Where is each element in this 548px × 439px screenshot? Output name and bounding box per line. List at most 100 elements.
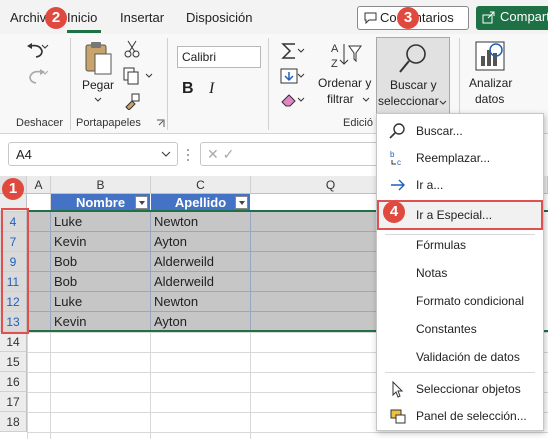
formula-input[interactable]: ✕ ✓ [200, 142, 380, 166]
cell-first-name[interactable]: Bob [51, 252, 151, 272]
cell[interactable] [27, 232, 51, 252]
menu-item-validacion-de-datos[interactable]: Validación de datos [377, 344, 543, 370]
row-header[interactable]: 14 [0, 332, 27, 352]
autosum-dropdown-icon[interactable] [296, 47, 306, 55]
magnifier-icon [389, 123, 405, 139]
menu-item-ir-a[interactable]: Ir a... [377, 172, 543, 198]
italic-button[interactable]: I [209, 80, 214, 98]
cell-last-name[interactable]: Alderweild [151, 272, 251, 292]
menu-item-formato-condicional[interactable]: Formato condicional [377, 288, 543, 314]
cancel-confirm-icons: ✕ ✓ [207, 146, 235, 162]
paste-dropdown-icon[interactable] [93, 96, 103, 104]
grid-line [150, 332, 151, 439]
tab-inicio[interactable]: Inicio [67, 10, 97, 25]
cell[interactable] [27, 272, 51, 292]
cell[interactable] [27, 292, 51, 312]
cell[interactable] [27, 212, 51, 232]
arrow-right-icon [391, 179, 405, 191]
bold-button[interactable]: B [182, 80, 194, 98]
find-select-button[interactable]: Buscar y seleccionar [376, 37, 450, 115]
svg-text:Z: Z [331, 58, 338, 70]
analyze-label-line1[interactable]: Analizar [469, 76, 512, 91]
step-badge-4: 4 [383, 201, 405, 223]
filter-dropdown-icon[interactable] [135, 196, 148, 209]
comment-icon [364, 12, 377, 24]
menu-item-seleccionar-objetos[interactable]: Seleccionar objetos [377, 376, 543, 402]
name-box-dropdown-icon[interactable] [161, 150, 171, 158]
cell-last-name[interactable]: Ayton [151, 232, 251, 252]
magnifier-icon [399, 44, 426, 73]
dialog-launcher-icon[interactable] [156, 119, 165, 128]
row-header[interactable]: 18 [0, 412, 27, 432]
ribbon-tab-bar: Archivo Inicio Insertar Disposición Come… [0, 0, 548, 34]
ribbon-separator [70, 38, 71, 130]
selection-pane-icon [390, 409, 406, 424]
menu-item-label: Buscar... [416, 124, 463, 138]
row-header[interactable]: 15 [0, 352, 27, 372]
find-select-menu: Buscar... bc Reemplazar... Ir a... Ir a … [376, 113, 544, 431]
copy-icon[interactable] [123, 67, 141, 85]
ribbon-separator [268, 38, 269, 130]
tab-insertar[interactable]: Insertar [120, 10, 164, 25]
step-badge-2: 2 [45, 7, 67, 29]
menu-item-formulas[interactable]: Fórmulas [377, 232, 543, 258]
paste-icon[interactable] [83, 40, 113, 76]
sort-filter-icon[interactable]: AZ [330, 40, 362, 74]
replace-icon: bc [390, 150, 401, 167]
find-select-dropdown-icon [439, 100, 447, 105]
svg-text:A: A [331, 43, 339, 55]
cell-last-name[interactable]: Newton [151, 292, 251, 312]
menu-item-panel-de-seleccion[interactable]: Panel de selección... [377, 403, 543, 429]
font-name-select[interactable]: Calibri [177, 46, 261, 68]
row-header[interactable]: 16 [0, 372, 27, 392]
clipboard-group-label: Portapapeles [76, 117, 141, 129]
menu-item-label: Seleccionar objetos [416, 382, 521, 396]
analyze-data-icon[interactable] [474, 40, 506, 72]
column-header-b[interactable]: B [51, 176, 151, 194]
column-header-a[interactable]: A [27, 176, 51, 194]
analyze-label-line2[interactable]: datos [475, 92, 504, 107]
share-button[interactable]: Compartir [476, 6, 548, 30]
cell-first-name[interactable]: Bob [51, 272, 151, 292]
menu-item-reemplazar[interactable]: bc Reemplazar... [377, 145, 543, 171]
grid-line [250, 332, 251, 439]
tab-disposicion[interactable]: Disposición [186, 10, 252, 25]
cell[interactable] [27, 312, 51, 332]
undo-dropdown-icon[interactable] [40, 42, 50, 52]
undo-group-label: Deshacer [16, 117, 64, 129]
redo-dropdown-icon[interactable] [40, 68, 50, 78]
find-select-label-line1: Buscar y [390, 78, 437, 92]
cell-first-name[interactable]: Kevin [51, 232, 151, 252]
cut-icon[interactable] [124, 40, 140, 58]
column-header-c[interactable]: C [151, 176, 251, 194]
sort-filter-label-line2[interactable]: filtrar [327, 92, 354, 107]
cell-first-name[interactable]: Luke [51, 212, 151, 232]
cell[interactable] [27, 252, 51, 272]
sort-filter-label-line1[interactable]: Ordenar y [318, 76, 371, 91]
paste-label[interactable]: Pegar [82, 78, 114, 93]
copy-dropdown-icon[interactable] [144, 72, 154, 80]
find-select-label-line2: seleccionar [378, 94, 439, 108]
format-painter-icon[interactable] [123, 92, 141, 110]
step-badge-1: 1 [2, 178, 24, 200]
menu-item-label: Fórmulas [416, 238, 467, 252]
cell-first-name[interactable]: Kevin [51, 312, 151, 332]
clear-dropdown-icon[interactable] [296, 96, 306, 104]
menu-item-label: Reemplazar... [416, 151, 491, 165]
menu-item-buscar[interactable]: Buscar... [377, 118, 543, 144]
row-header[interactable]: 17 [0, 392, 27, 412]
cell-last-name[interactable]: Ayton [151, 312, 251, 332]
name-box[interactable]: A4 [8, 142, 178, 166]
cell-last-name[interactable]: Alderweild [151, 252, 251, 272]
menu-item-constantes[interactable]: Constantes [377, 316, 543, 342]
sort-filter-dropdown-icon[interactable] [361, 96, 371, 104]
fill-dropdown-icon[interactable] [296, 72, 306, 80]
svg-text:c: c [397, 158, 401, 167]
menu-item-notas[interactable]: Notas [377, 260, 543, 286]
cell-last-name[interactable]: Newton [151, 212, 251, 232]
table-header-label: Apellido [174, 195, 227, 210]
cell-first-name[interactable]: Luke [51, 292, 151, 312]
ribbon-separator [167, 38, 168, 130]
menu-item-label: Ir a Especial... [416, 208, 493, 222]
filter-dropdown-icon[interactable] [235, 196, 248, 209]
